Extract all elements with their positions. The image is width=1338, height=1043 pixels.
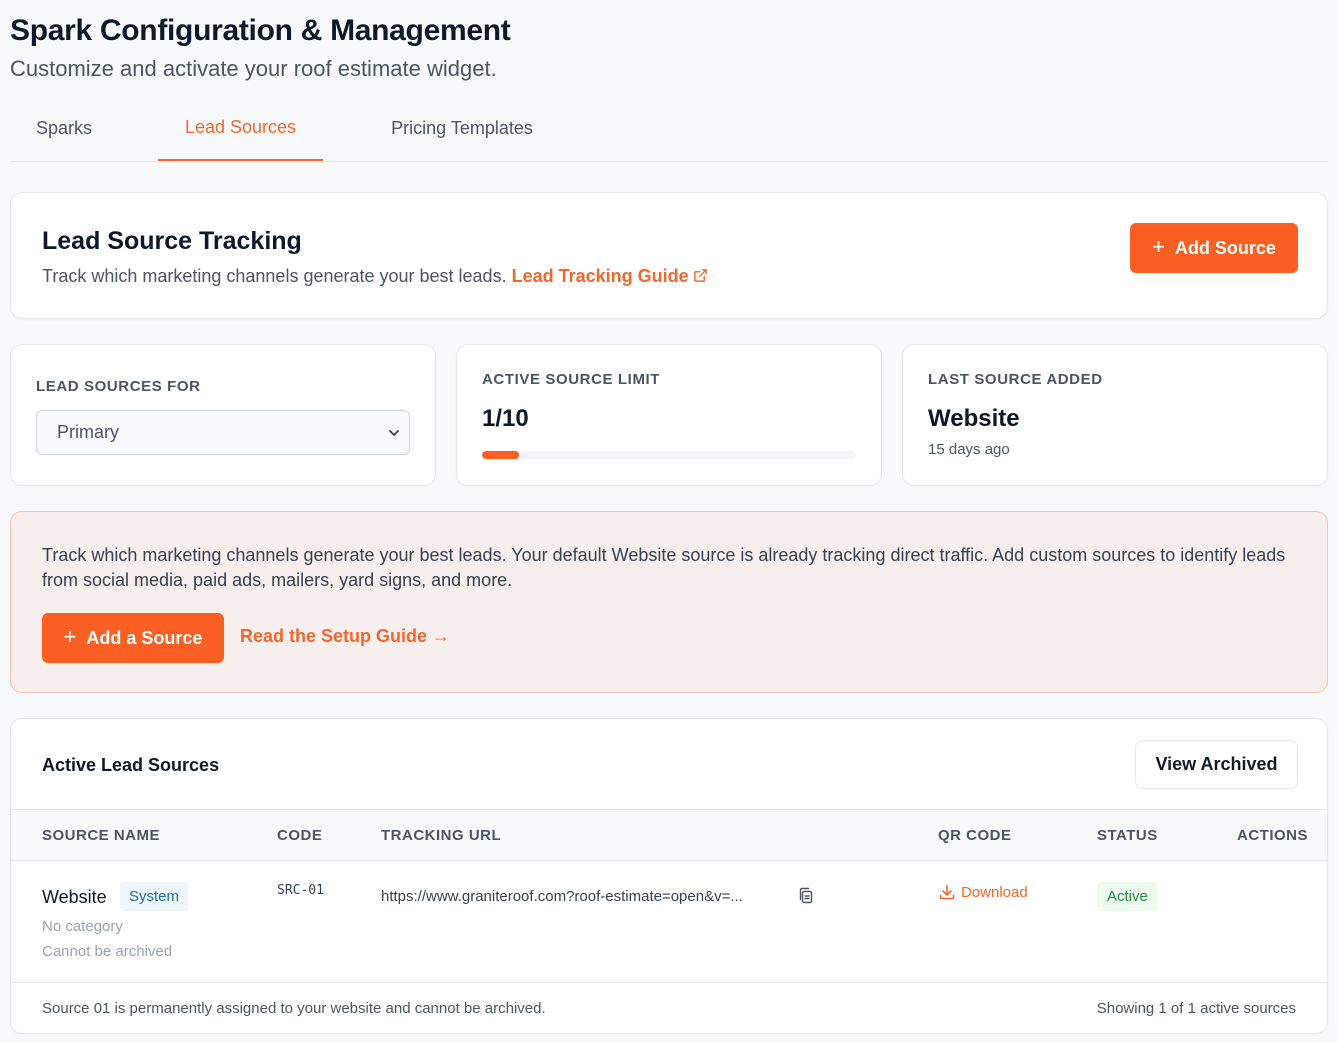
select-value: Primary: [57, 422, 119, 442]
last-source-added-value: Website: [928, 405, 1020, 432]
table-title: Active Lead Sources: [42, 755, 220, 775]
lead-tracking-guide-link[interactable]: Lead Tracking Guide: [512, 266, 708, 286]
active-source-limit-label: Active Source Limit: [482, 371, 661, 388]
page-subtitle: Customize and activate your roof estimat…: [10, 56, 497, 81]
source-limit-progress: [482, 451, 856, 459]
source-name: Website: [42, 887, 107, 907]
column-tracking-url: Tracking URL: [381, 827, 502, 844]
download-icon: [939, 884, 955, 900]
tracking-url: https://www.graniteroof.com?roof-estimat…: [381, 888, 743, 905]
tab-lead-sources[interactable]: Lead Sources: [158, 96, 323, 161]
lead-sources-for-label: Lead Sources For: [36, 378, 201, 395]
lead-source-tracking-card: Lead Source Tracking Track which marketi…: [10, 192, 1328, 319]
chevron-down-icon: [389, 430, 399, 436]
active-source-limit-value: 1/10: [482, 405, 529, 432]
copy-icon[interactable]: [797, 887, 815, 905]
setup-guide-link[interactable]: Read the Setup Guide →: [240, 626, 450, 647]
column-source-name: Source Name: [42, 827, 161, 844]
last-source-added-card: Last Source Added Website 15 days ago: [902, 344, 1328, 486]
plus-icon: +: [63, 624, 77, 649]
lead-sources-for-select[interactable]: Primary: [36, 410, 410, 455]
tab-pricing-templates[interactable]: Pricing Templates: [362, 96, 562, 161]
tracking-title: Lead Source Tracking: [42, 227, 302, 255]
active-lead-sources-card: Active Lead Sources View Archived Source…: [10, 718, 1328, 1034]
qr-download-link[interactable]: Download: [938, 883, 1028, 901]
last-source-added-time: 15 days ago: [928, 441, 1010, 458]
add-a-source-button[interactable]: + Add a Source: [42, 613, 224, 663]
column-code: Code: [277, 827, 323, 844]
add-source-label: Add Source: [1174, 237, 1276, 258]
getting-started-banner: Track which marketing channels generate …: [10, 511, 1328, 693]
view-archived-button[interactable]: View Archived: [1135, 740, 1298, 789]
add-a-source-label: Add a Source: [86, 627, 203, 648]
tracking-description-text: Track which marketing channels generate …: [42, 266, 507, 286]
column-actions: Actions: [1237, 827, 1308, 844]
guide-link-label: Lead Tracking Guide: [511, 266, 689, 286]
source-code: SRC-01: [277, 883, 324, 898]
table-row: Website System No category Cannot be arc…: [11, 861, 1327, 983]
table-header: Source Name Code Tracking URL QR Code St…: [11, 809, 1327, 861]
tab-sparks[interactable]: Sparks: [10, 96, 118, 161]
download-label: Download: [961, 883, 1028, 901]
system-badge: System: [120, 882, 189, 911]
table-footer-count: Showing 1 of 1 active sources: [1096, 1000, 1296, 1017]
status-badge: Active: [1097, 882, 1158, 911]
active-source-limit-card: Active Source Limit 1/10: [456, 344, 882, 486]
lead-sources-for-card: Lead Sources For Primary: [10, 344, 436, 486]
plus-icon: +: [1152, 234, 1165, 259]
tab-bar: Sparks Lead Sources Pricing Templates: [10, 96, 1328, 162]
banner-text: Track which marketing channels generate …: [42, 545, 1286, 590]
source-category: No category: [42, 918, 123, 935]
source-limit-progress-fill: [482, 451, 520, 459]
page-title: Spark Configuration & Management: [10, 14, 511, 47]
external-link-icon: [693, 269, 707, 282]
table-footer-note: Source 01 is permanently assigned to you…: [42, 1000, 546, 1017]
tracking-description: Track which marketing channels generate …: [42, 266, 708, 287]
add-source-button[interactable]: + Add Source: [1130, 223, 1298, 273]
source-archive-note: Cannot be archived: [42, 943, 173, 960]
last-source-added-label: Last Source Added: [928, 371, 1103, 388]
column-qr-code: QR Code: [938, 827, 1012, 844]
column-status: Status: [1097, 827, 1158, 844]
